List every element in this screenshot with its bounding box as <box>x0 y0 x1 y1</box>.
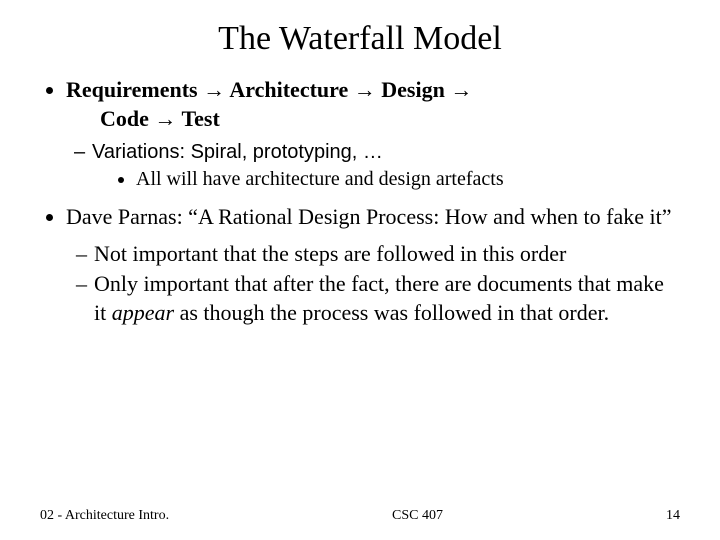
parnas-sub1: – Not important that the steps are follo… <box>76 240 680 269</box>
parnas-sub2-text: Only important that after the fact, ther… <box>94 270 680 327</box>
footer-right: 14 <box>666 508 680 524</box>
variations-row: – Variations: Spiral, prototyping, … <box>74 139 680 166</box>
parnas-sub1-text: Not important that the steps are followe… <box>94 240 566 269</box>
dash-marker: – <box>76 270 94 327</box>
parnas-sub2: – Only important that after the fact, th… <box>76 270 680 327</box>
artefacts-bullet: All will have architecture and design ar… <box>136 166 680 193</box>
waterfall-line2: Code → Test <box>66 106 220 131</box>
parnas-sub2-post: as though the process was followed in th… <box>174 300 609 325</box>
bullet-parnas: Dave Parnas: “A Rational Design Process:… <box>66 203 680 232</box>
page-title: The Waterfall Model <box>40 20 680 58</box>
slide-body: Requirements → Architecture → Design → C… <box>40 76 680 328</box>
bullet-waterfall: Requirements → Architecture → Design → C… <box>66 76 680 133</box>
parnas-text: Dave Parnas: “A Rational Design Process:… <box>66 204 671 229</box>
footer-left: 02 - Architecture Intro. <box>40 508 169 524</box>
variations-text: Variations: Spiral, prototyping, … <box>92 139 383 166</box>
footer: 02 - Architecture Intro. CSC 407 14 <box>40 508 680 524</box>
parnas-sub2-em: appear <box>112 300 174 325</box>
footer-center: CSC 407 <box>392 508 443 524</box>
waterfall-line1: Requirements → Architecture → Design → <box>66 77 472 102</box>
dash-marker: – <box>76 240 94 269</box>
dash-marker: – <box>74 139 92 166</box>
